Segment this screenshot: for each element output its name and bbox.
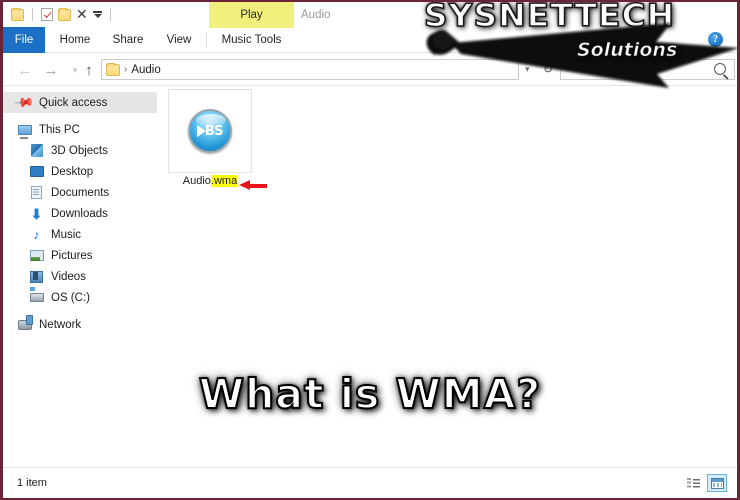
sidebar-item-os-c[interactable]: OS (C:) <box>3 287 157 308</box>
new-folder-icon[interactable] <box>58 7 71 21</box>
bs-player-icon: BS <box>188 109 232 153</box>
quick-access-toolbar: ✕ <box>11 7 114 21</box>
sidebar-item-downloads[interactable]: ⬇ Downloads <box>3 203 157 224</box>
explorer-window: ✕ Play Audio File Home Share View Music … <box>0 0 740 500</box>
item-count-label: 1 item <box>17 477 47 489</box>
refresh-icon[interactable]: ↻ <box>541 62 555 76</box>
address-bar: ← → ▾ ↑ › Audio ▾ ↻ <box>3 53 737 86</box>
up-button[interactable]: ↑ <box>79 61 99 79</box>
sidebar-item-music[interactable]: ♪ Music <box>3 224 157 245</box>
contextual-tab-play[interactable]: Play <box>209 2 294 27</box>
sidebar-item-label: Desktop <box>51 165 94 178</box>
status-bar: 1 item <box>3 467 737 498</box>
videos-icon <box>29 270 44 284</box>
list-item[interactable]: BS Audio.wma <box>163 89 257 187</box>
delete-icon[interactable]: ✕ <box>76 7 88 21</box>
pictures-icon <box>29 249 44 263</box>
sidebar-item-label: 3D Objects <box>51 144 108 157</box>
tab-home[interactable]: Home <box>51 27 99 53</box>
ribbon-tab-strip: File Home Share View Music Tools ? <box>3 27 737 53</box>
properties-icon[interactable] <box>41 8 53 21</box>
sidebar-item-label: Documents <box>51 186 110 199</box>
drive-icon <box>29 291 44 305</box>
file-name-label[interactable]: Audio.wma <box>182 175 238 187</box>
navigation-pane: 📌 Quick access This PC 3D Objects Deskto… <box>3 86 158 467</box>
breadcrumb-folder-icon <box>106 62 120 76</box>
sidebar-item-label: Network <box>39 318 82 331</box>
sidebar-item-label: Quick access <box>39 96 108 109</box>
contextual-tab-accent <box>209 27 294 28</box>
sidebar-item-videos[interactable]: Videos <box>3 266 157 287</box>
file-thumbnail[interactable]: BS <box>168 89 252 173</box>
music-icon: ♪ <box>33 227 40 242</box>
breadcrumb[interactable]: › Audio <box>101 59 519 80</box>
search-input[interactable] <box>560 59 735 80</box>
sidebar-item-3d-objects[interactable]: 3D Objects <box>3 140 157 161</box>
toolbar-divider-2 <box>109 8 111 21</box>
sidebar-item-desktop[interactable]: Desktop <box>3 161 157 182</box>
3d-objects-icon <box>29 144 44 158</box>
pin-icon: 📌 <box>13 91 36 114</box>
file-list-pane[interactable]: BS Audio.wma <box>158 86 737 467</box>
this-pc-icon <box>17 123 32 137</box>
details-view-icon <box>686 477 700 489</box>
back-button[interactable]: ← <box>15 61 35 79</box>
sidebar-item-label: OS (C:) <box>51 291 90 304</box>
network-icon <box>17 318 32 332</box>
main-body: 📌 Quick access This PC 3D Objects Deskto… <box>3 86 737 467</box>
sidebar-item-label: Pictures <box>51 249 93 262</box>
documents-icon <box>29 186 44 200</box>
help-icon[interactable]: ? <box>708 32 723 47</box>
sidebar-item-documents[interactable]: Documents <box>3 182 157 203</box>
file-name-extension-highlight: .wma <box>210 175 238 187</box>
tab-share[interactable]: Share <box>105 27 151 53</box>
sidebar-item-network[interactable]: Network <box>3 314 157 335</box>
customize-dropdown-icon[interactable] <box>92 11 102 18</box>
sidebar-item-label: Downloads <box>51 207 108 220</box>
annotation-arrow-icon <box>239 180 267 190</box>
downloads-icon: ⬇ <box>30 205 43 222</box>
tab-music-tools[interactable]: Music Tools <box>209 27 294 53</box>
sidebar-item-this-pc[interactable]: This PC <box>3 119 157 140</box>
window-title: Audio <box>301 8 331 21</box>
desktop-icon <box>29 165 44 179</box>
sidebar-item-quick-access[interactable]: 📌 Quick access <box>3 92 157 113</box>
tab-file[interactable]: File <box>3 27 45 53</box>
sidebar-item-label: This PC <box>39 123 80 136</box>
bs-player-label: BS <box>204 123 224 139</box>
tab-view[interactable]: View <box>158 27 200 53</box>
sidebar-item-pictures[interactable]: Pictures <box>3 245 157 266</box>
title-bar: ✕ <box>3 2 737 27</box>
sidebar-item-label: Music <box>51 228 82 241</box>
large-icons-view-button[interactable] <box>707 474 727 492</box>
sidebar-item-label: Videos <box>51 270 86 283</box>
toolbar-divider <box>32 8 33 21</box>
forward-button[interactable]: → <box>41 61 61 79</box>
chevron-down-icon[interactable]: ▾ <box>525 64 530 75</box>
breadcrumb-current-folder[interactable]: Audio <box>131 64 160 76</box>
tab-divider <box>206 32 207 48</box>
search-icon <box>714 63 726 75</box>
view-toggle-group <box>683 474 727 492</box>
breadcrumb-separator: › <box>124 64 128 75</box>
folder-icon[interactable] <box>11 7 24 21</box>
file-name-base: Audio <box>182 175 211 187</box>
large-icons-view-icon <box>710 477 724 489</box>
details-view-button[interactable] <box>683 474 703 492</box>
